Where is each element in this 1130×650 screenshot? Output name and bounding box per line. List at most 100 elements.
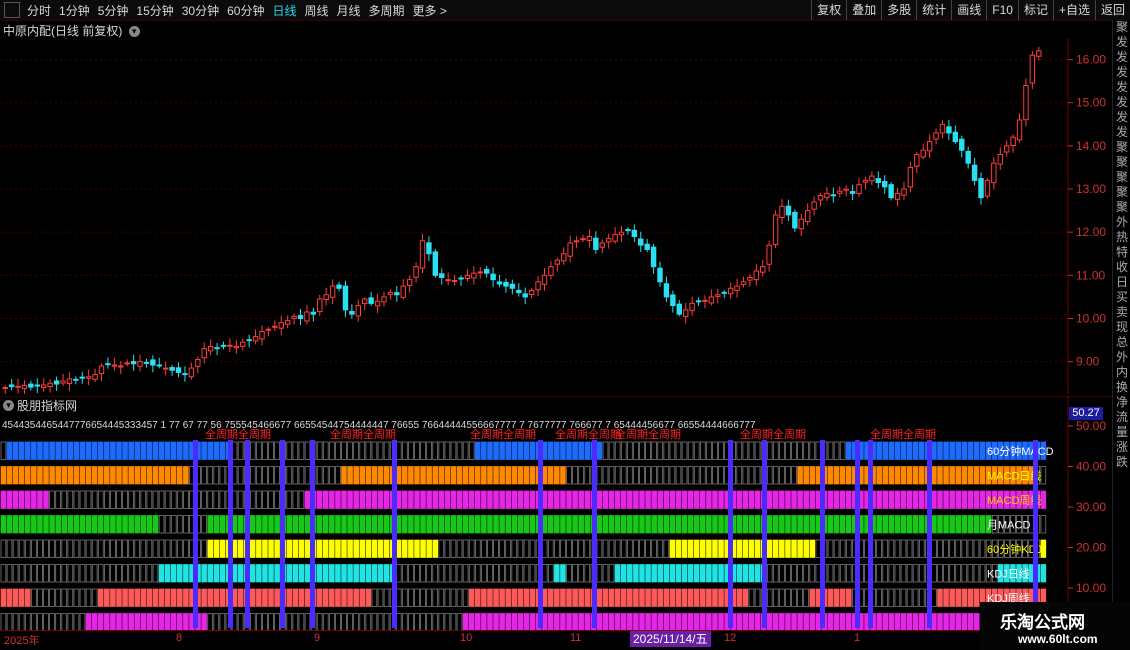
indicator-bar xyxy=(669,613,676,630)
indicator-bar xyxy=(128,466,134,485)
indicator-bar xyxy=(967,441,974,460)
indicator-bar xyxy=(365,441,372,460)
indicator-bar xyxy=(882,564,889,583)
indicator-bar xyxy=(639,564,645,583)
toolbar-button[interactable]: F10 xyxy=(986,0,1018,20)
indicator-bar xyxy=(517,490,524,509)
candle-body xyxy=(156,364,162,367)
indicator-bar xyxy=(511,613,518,630)
period-tab[interactable]: 30分钟 xyxy=(182,4,219,18)
candle-body xyxy=(445,279,451,282)
indicator-bar xyxy=(633,441,639,460)
indicator-bar xyxy=(383,441,390,460)
period-tab[interactable]: 更多 > xyxy=(413,4,447,18)
indicator-bar xyxy=(365,515,372,534)
indicator-bar xyxy=(693,539,700,558)
indicator-bar xyxy=(736,539,743,558)
indicator-bar xyxy=(529,613,536,630)
period-tab[interactable]: 多周期 xyxy=(369,4,405,18)
indicator-bar xyxy=(140,441,147,460)
indicator-bar xyxy=(256,515,262,534)
indicator-bar xyxy=(462,466,469,485)
indicator-bar xyxy=(49,588,55,607)
indicator-bar xyxy=(85,515,92,534)
indicator-bar xyxy=(529,515,536,534)
indicator-bar xyxy=(365,490,372,509)
candle-body xyxy=(561,253,567,262)
right-info-strip[interactable]: 聚发发发发发发发聚聚聚聚聚外热特收日买卖现总外内换净流量涨跌 xyxy=(1112,20,1130,628)
indicator-bar xyxy=(67,490,74,509)
signal-bar xyxy=(868,440,873,628)
indicator-bar xyxy=(961,441,968,460)
indicator-bar xyxy=(608,539,615,558)
indicator-bar xyxy=(523,539,530,558)
indicator-bar xyxy=(766,539,773,558)
indicator-bar xyxy=(766,490,773,509)
toolbar-button[interactable]: 画线 xyxy=(951,0,986,20)
stock-title[interactable]: 中原内配(日线 前复权) ▾ xyxy=(3,22,140,39)
indicator-bar xyxy=(183,613,189,630)
indicator-bar xyxy=(572,564,578,583)
candle-body xyxy=(522,293,528,298)
period-tab[interactable]: 日线 xyxy=(272,4,296,18)
toolbar-button[interactable]: 多股 xyxy=(881,0,916,20)
indicator-bar xyxy=(170,515,177,534)
indicator-bar xyxy=(912,539,919,558)
indicator-bar xyxy=(353,564,359,583)
menu-icon[interactable] xyxy=(4,2,20,18)
toolbar-button[interactable]: 统计 xyxy=(916,0,951,20)
indicator-bar xyxy=(462,613,469,630)
candle-body xyxy=(939,123,946,134)
indicator-bar xyxy=(742,466,749,485)
indicator-bar xyxy=(517,539,524,558)
indicator-bar xyxy=(414,564,420,583)
period-tab[interactable]: 5分钟 xyxy=(98,4,129,18)
indicator-bar xyxy=(0,613,7,630)
candlestick-chart[interactable]: 16.00 15.00 14.00 13.00 12.00 11.00 10.00 9.00 xyxy=(0,38,1112,394)
signal-bar xyxy=(310,440,315,628)
indicator-bar xyxy=(359,539,366,558)
chevron-down-icon[interactable]: ▾ xyxy=(128,26,140,38)
indicator-bar xyxy=(627,515,633,534)
indicator-bar xyxy=(779,564,785,583)
toolbar-button[interactable]: 复权 xyxy=(811,0,846,20)
indicator-bar xyxy=(882,539,889,558)
period-tab[interactable]: 1分钟 xyxy=(59,4,90,18)
indicator-bar xyxy=(462,539,469,558)
toolbar-button[interactable]: 返回 xyxy=(1094,0,1130,20)
indicator-bar xyxy=(377,490,384,509)
indicator-bar xyxy=(608,441,615,460)
indicator-bar xyxy=(918,490,925,509)
indicator-bar xyxy=(912,441,919,460)
candle-body xyxy=(554,259,561,265)
indicator-bar xyxy=(809,588,816,607)
chevron-down-icon[interactable]: ▾ xyxy=(3,399,14,411)
indicator-bar xyxy=(256,466,262,485)
right-strip-char: 内 xyxy=(1115,365,1128,379)
period-tab[interactable]: 15分钟 xyxy=(136,4,173,18)
candle-body xyxy=(586,235,593,241)
indicator-bar xyxy=(979,515,986,534)
indicator-bar xyxy=(736,564,743,583)
indicator-bar xyxy=(706,441,712,460)
toolbar-button[interactable]: 叠加 xyxy=(846,0,881,20)
toolbar-button[interactable]: +自选 xyxy=(1052,0,1095,20)
period-tab[interactable]: 月线 xyxy=(337,4,361,18)
indicator-bar xyxy=(845,588,852,607)
indicator-bar xyxy=(554,441,560,460)
period-tab[interactable]: 60分钟 xyxy=(227,4,264,18)
candle-body xyxy=(214,347,220,350)
period-tab[interactable]: 周线 xyxy=(304,4,328,18)
indicator-bar xyxy=(134,441,141,460)
indicator-bar xyxy=(177,588,183,607)
indicator-bar xyxy=(359,564,366,583)
indicator-bar xyxy=(639,613,645,630)
toolbar-button[interactable]: 标记 xyxy=(1017,0,1053,20)
indicator-chart[interactable]: 50.0040.0030.0020.0010.00454435446544777… xyxy=(0,396,1112,630)
indicator-bar xyxy=(140,539,147,558)
indicator-bar xyxy=(438,515,445,534)
indicator-bar xyxy=(882,490,889,509)
indicator-bar xyxy=(633,613,639,630)
period-tab[interactable]: 分时 xyxy=(27,4,51,18)
indicator-bar xyxy=(669,441,676,460)
